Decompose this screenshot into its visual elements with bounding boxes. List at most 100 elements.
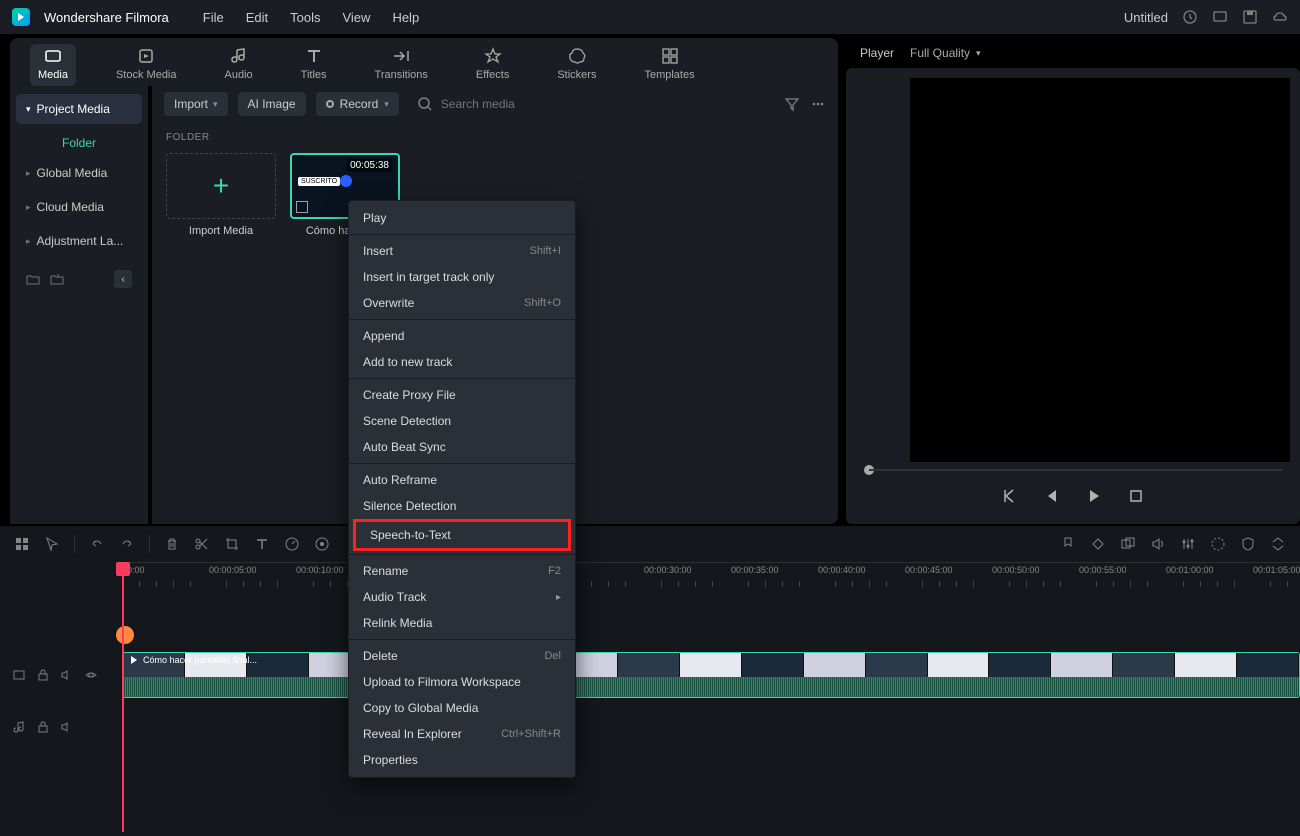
new-folder-icon[interactable] xyxy=(26,272,40,286)
color-icon[interactable] xyxy=(314,536,330,552)
context-upload-to-filmora-workspace[interactable]: Upload to Filmora Workspace xyxy=(349,669,575,695)
mixer-icon[interactable] xyxy=(1180,536,1196,552)
context-reveal-in-explorer[interactable]: Reveal In ExplorerCtrl+Shift+R xyxy=(349,721,575,747)
quality-selector[interactable]: Full Quality▾ xyxy=(910,46,981,60)
context-speech-to-text[interactable]: Speech-to-Text xyxy=(353,519,571,551)
new-bin-icon[interactable] xyxy=(50,272,64,286)
plus-icon: + xyxy=(213,170,229,202)
folder-header: FOLDER xyxy=(152,122,838,153)
more-icon[interactable] xyxy=(810,96,826,112)
prev-frame-button[interactable] xyxy=(1001,487,1019,505)
delete-icon[interactable] xyxy=(164,536,180,552)
tab-stock-media[interactable]: Stock Media xyxy=(108,44,185,86)
visibility-icon[interactable] xyxy=(84,668,98,682)
tab-audio[interactable]: Audio xyxy=(217,44,261,86)
context-overwrite[interactable]: OverwriteShift+O xyxy=(349,290,575,316)
search-input[interactable] xyxy=(441,97,621,111)
context-scene-detection[interactable]: Scene Detection xyxy=(349,408,575,434)
menu-help[interactable]: Help xyxy=(392,10,419,25)
audio-track-icon xyxy=(12,720,26,734)
grid-icon[interactable] xyxy=(14,536,30,552)
text-icon[interactable] xyxy=(254,536,270,552)
render-icon[interactable] xyxy=(1210,536,1226,552)
player-panel: Player Full Quality▾ xyxy=(846,38,1300,524)
video-preview[interactable] xyxy=(910,78,1290,462)
context-delete[interactable]: DeleteDel xyxy=(349,643,575,669)
shield-icon[interactable] xyxy=(1240,536,1256,552)
tab-media[interactable]: Media xyxy=(30,44,76,86)
mute-icon[interactable] xyxy=(60,720,74,734)
crop-icon[interactable] xyxy=(224,536,240,552)
mute-icon[interactable] xyxy=(60,668,74,682)
context-audio-track[interactable]: Audio Track▸ xyxy=(349,584,575,610)
import-media-tile[interactable]: + Import Media xyxy=(166,153,276,237)
speed-icon[interactable] xyxy=(284,536,300,552)
record-button[interactable]: Record▾ xyxy=(316,92,399,116)
ruler-tick: 00:00:40:00 xyxy=(818,565,866,575)
tab-titles[interactable]: Titles xyxy=(293,44,335,86)
main-menu: File Edit Tools View Help xyxy=(203,10,419,25)
expand-icon[interactable] xyxy=(1270,536,1286,552)
menu-file[interactable]: File xyxy=(203,10,224,25)
menu-view[interactable]: View xyxy=(342,10,370,25)
tab-templates[interactable]: Templates xyxy=(636,44,702,86)
tab-transitions[interactable]: Transitions xyxy=(367,44,436,86)
context-silence-detection[interactable]: Silence Detection xyxy=(349,493,575,519)
history-icon[interactable] xyxy=(1182,9,1198,25)
timeline: 00:0000:00:05:0000:00:10:0000000:00:30:0… xyxy=(0,526,1300,836)
playhead[interactable] xyxy=(122,562,124,832)
redo-icon[interactable] xyxy=(119,536,135,552)
context-insert[interactable]: InsertShift+I xyxy=(349,238,575,264)
group-icon[interactable] xyxy=(1120,536,1136,552)
menu-tools[interactable]: Tools xyxy=(290,10,320,25)
split-icon[interactable] xyxy=(194,536,210,552)
keyframe-icon[interactable] xyxy=(1090,536,1106,552)
play-backward-button[interactable] xyxy=(1043,487,1061,505)
ruler-tick: 00:01:05:00 xyxy=(1253,565,1300,575)
context-insert-in-target-track-only[interactable]: Insert in target track only xyxy=(349,264,575,290)
timeline-marker[interactable] xyxy=(116,626,134,644)
video-clip[interactable]: Cómo hacer pantallas final... xyxy=(122,652,1300,698)
play-button[interactable] xyxy=(1085,487,1103,505)
context-copy-to-global-media[interactable]: Copy to Global Media xyxy=(349,695,575,721)
timeline-ruler[interactable]: 00:0000:00:05:0000:00:10:0000000:00:30:0… xyxy=(122,562,1300,592)
app-logo xyxy=(12,8,30,26)
context-play[interactable]: Play xyxy=(349,205,575,231)
menu-edit[interactable]: Edit xyxy=(246,10,268,25)
tab-stickers[interactable]: Stickers xyxy=(549,44,604,86)
tab-effects[interactable]: Effects xyxy=(468,44,517,86)
context-auto-reframe[interactable]: Auto Reframe xyxy=(349,467,575,493)
audio-icon[interactable] xyxy=(1150,536,1166,552)
lock-icon[interactable] xyxy=(36,668,50,682)
display-icon[interactable] xyxy=(1212,9,1228,25)
ai-image-button[interactable]: AI Image xyxy=(238,92,306,116)
marker-icon[interactable] xyxy=(1060,536,1076,552)
document-name: Untitled xyxy=(1124,10,1168,25)
filter-icon[interactable] xyxy=(784,96,800,112)
context-properties[interactable]: Properties xyxy=(349,747,575,773)
save-icon[interactable] xyxy=(1242,9,1258,25)
undo-icon[interactable] xyxy=(89,536,105,552)
title-bar: Wondershare Filmora File Edit Tools View… xyxy=(0,0,1300,34)
search-icon xyxy=(417,96,433,112)
context-append[interactable]: Append xyxy=(349,323,575,349)
context-relink-media[interactable]: Relink Media xyxy=(349,610,575,636)
sidebar-cloud-media[interactable]: ▸Cloud Media xyxy=(16,192,142,222)
cloud-icon[interactable] xyxy=(1272,9,1288,25)
context-create-proxy-file[interactable]: Create Proxy File xyxy=(349,382,575,408)
scrub-bar[interactable] xyxy=(856,462,1290,478)
sidebar-global-media[interactable]: ▸Global Media xyxy=(16,158,142,188)
ruler-tick: 00:00:55:00 xyxy=(1079,565,1127,575)
lock-icon[interactable] xyxy=(36,720,50,734)
sidebar-adjustment-layer[interactable]: ▸Adjustment La... xyxy=(16,226,142,256)
context-rename[interactable]: RenameF2 xyxy=(349,558,575,584)
context-add-to-new-track[interactable]: Add to new track xyxy=(349,349,575,375)
clip-duration: 00:05:38 xyxy=(347,159,392,172)
sidebar-folder[interactable]: Folder xyxy=(16,128,142,158)
stop-button[interactable] xyxy=(1127,487,1145,505)
import-button[interactable]: Import▾ xyxy=(164,92,228,116)
context-auto-beat-sync[interactable]: Auto Beat Sync xyxy=(349,434,575,460)
collapse-sidebar-button[interactable]: ‹ xyxy=(114,270,132,288)
cursor-icon[interactable] xyxy=(44,536,60,552)
sidebar-project-media[interactable]: ▾Project Media xyxy=(16,94,142,124)
